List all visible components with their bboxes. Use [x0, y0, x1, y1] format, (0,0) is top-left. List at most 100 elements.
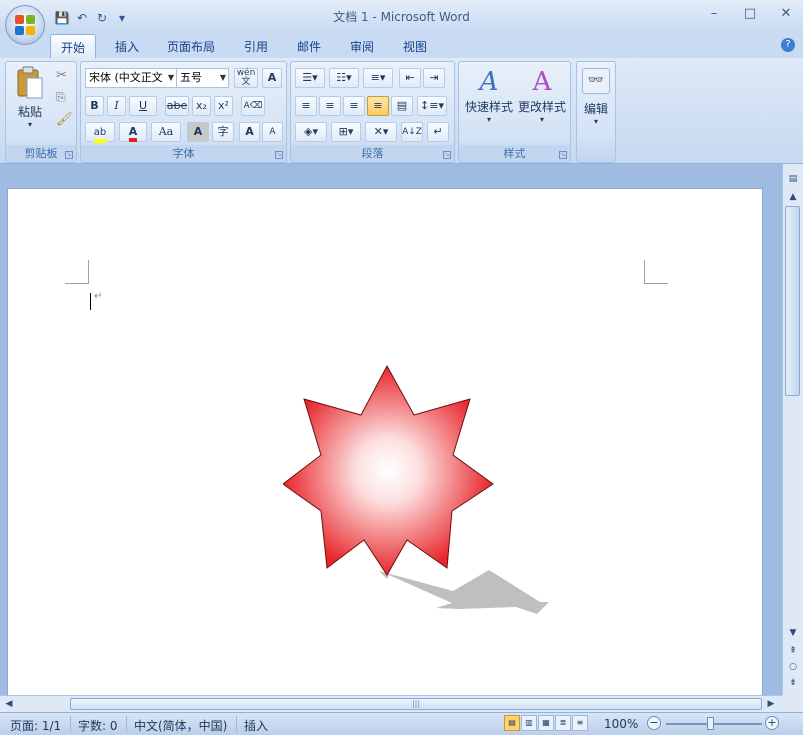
vertical-scrollbar[interactable]: ▤ ▲ ▼ ⇞ ○ ⇟	[782, 164, 803, 695]
align-right-button[interactable]: ≡	[343, 96, 365, 116]
quick-styles-label: 快速样式	[464, 100, 513, 114]
tab-review[interactable]: 审阅	[340, 34, 384, 58]
tab-insert[interactable]: 插入	[105, 34, 149, 58]
scroll-right-icon[interactable]: ▶	[764, 697, 778, 711]
numbering-button[interactable]: ☷▾	[329, 68, 359, 88]
horizontal-scrollbar[interactable]: ◀ ||| ▶	[0, 695, 782, 712]
scroll-corner	[782, 695, 803, 712]
ruler-toggle-icon[interactable]: ▤	[786, 172, 800, 186]
styles-group-label: 样式	[459, 145, 570, 161]
tab-mailings[interactable]: 邮件	[287, 34, 331, 58]
strikethrough-button[interactable]: abe	[165, 96, 189, 116]
font-size-select[interactable]: 五号 ▼	[176, 68, 229, 88]
enclose-chars-button[interactable]: 字	[212, 122, 234, 142]
minimize-button[interactable]: –	[705, 6, 723, 21]
document-page[interactable]: ↵	[7, 188, 763, 695]
help-icon[interactable]: ?	[781, 38, 795, 52]
styles-launcher-icon[interactable]: ↘	[559, 151, 567, 159]
previous-page-icon[interactable]: ⇞	[786, 644, 800, 658]
insert-mode[interactable]: 插入	[244, 717, 268, 734]
bullets-button[interactable]: ☰▾	[295, 68, 325, 88]
maximize-button[interactable]: □	[741, 6, 759, 21]
underline-button[interactable]: U	[129, 96, 157, 116]
distributed-button[interactable]: ▤	[391, 96, 413, 116]
tab-home[interactable]: 开始	[50, 34, 97, 58]
shading-button[interactable]: ◈▾	[295, 122, 327, 142]
justify-button[interactable]: ≡	[367, 96, 389, 116]
copy-icon[interactable]: ⎘	[56, 90, 66, 105]
borders-button[interactable]: ⊞▾	[331, 122, 361, 142]
decrease-indent-button[interactable]: ⇤	[399, 68, 421, 88]
scroll-left-icon[interactable]: ◀	[2, 697, 16, 711]
line-spacing-button[interactable]: ↕≡▾	[417, 96, 447, 116]
horizontal-scroll-thumb[interactable]: |||	[70, 698, 762, 710]
change-styles-label: 更改样式	[517, 100, 566, 114]
quick-styles-dropdown-icon: ▾	[486, 115, 491, 124]
align-left-button[interactable]: ≡	[295, 96, 317, 116]
highlight-button[interactable]: ab	[85, 122, 115, 143]
status-divider	[126, 716, 127, 732]
next-page-icon[interactable]: ⇟	[786, 676, 800, 690]
phonetic-guide-button[interactable]: wén 文	[234, 68, 258, 88]
draft-view-icon[interactable]: ≡	[572, 715, 588, 731]
paragraph-launcher-icon[interactable]: ↘	[443, 151, 451, 159]
office-button[interactable]	[5, 5, 45, 45]
vertical-scroll-thumb[interactable]	[785, 206, 800, 396]
paragraph-group: ☰▾ ☷▾ ≡▾ ⇤ ⇥ ≡ ≡ ≡ ≡ ▤ ↕≡▾ ◈▾ ⊞▾ ✕▾ A↓Z …	[290, 61, 455, 163]
web-layout-view-icon[interactable]: ▦	[538, 715, 554, 731]
quick-styles-button[interactable]: A 快速样式 ▾	[463, 66, 515, 140]
char-shading-button[interactable]: A	[187, 122, 209, 142]
print-layout-view-icon[interactable]: ▤	[504, 715, 520, 731]
tab-page-layout[interactable]: 页面布局	[157, 34, 225, 58]
format-painter-icon[interactable]: 🖌	[56, 112, 73, 127]
crop-mark-left	[65, 260, 89, 284]
font-color-icon: A	[128, 126, 138, 142]
char-border-button[interactable]: A	[262, 68, 282, 88]
outline-view-icon[interactable]: ≣	[555, 715, 571, 731]
tab-references[interactable]: 引用	[234, 34, 278, 58]
sort-button[interactable]: A↓Z	[401, 122, 423, 142]
bold-button[interactable]: B	[85, 96, 104, 116]
tab-view[interactable]: 视图	[393, 34, 437, 58]
superscript-button[interactable]: x²	[214, 96, 233, 116]
page-count[interactable]: 页面: 1/1	[10, 717, 61, 734]
italic-button[interactable]: I	[107, 96, 126, 116]
font-launcher-icon[interactable]: ↘	[275, 151, 283, 159]
zoom-level[interactable]: 100%	[604, 717, 638, 731]
scroll-up-icon[interactable]: ▲	[786, 190, 800, 204]
paste-button[interactable]: 粘贴 ▾	[12, 66, 48, 140]
window-title: 文档 1 - Microsoft Word	[333, 10, 470, 24]
multilevel-list-button[interactable]: ≡▾	[363, 68, 393, 88]
paste-label: 粘贴	[17, 105, 42, 119]
paste-dropdown-icon[interactable]: ▾	[12, 120, 48, 129]
align-center-button[interactable]: ≡	[319, 96, 341, 116]
font-color-button[interactable]: A	[119, 122, 147, 142]
scroll-down-icon[interactable]: ▼	[786, 626, 800, 640]
font-name-select[interactable]: 宋体 (中文正文 ▼	[85, 68, 177, 88]
zoom-slider-thumb[interactable]	[707, 717, 714, 730]
editing-group: 👓 编辑 ▾	[576, 61, 616, 163]
zoom-out-icon[interactable]: −	[647, 716, 661, 730]
zoom-in-icon[interactable]: +	[765, 716, 779, 730]
shrink-font-button[interactable]: A	[262, 122, 283, 142]
cut-icon[interactable]: ✂	[56, 68, 67, 83]
word-count[interactable]: 字数: 0	[78, 717, 118, 734]
close-button[interactable]: ✕	[777, 6, 795, 21]
grow-font-button[interactable]: A	[239, 122, 260, 142]
increase-indent-button[interactable]: ⇥	[423, 68, 445, 88]
zoom-slider[interactable]	[666, 723, 762, 725]
editing-button[interactable]: 👓 编辑 ▾	[579, 66, 613, 156]
show-marks-button[interactable]: ↵	[427, 122, 449, 142]
office-logo-icon	[15, 15, 36, 36]
language-indicator[interactable]: 中文(简体，中国)	[134, 717, 227, 734]
clear-formatting-button[interactable]: A⌫	[241, 96, 265, 116]
subscript-button[interactable]: x₂	[192, 96, 211, 116]
star-shape[interactable]	[283, 359, 563, 624]
browse-object-icon[interactable]: ○	[786, 660, 800, 674]
clipboard-launcher-icon[interactable]: ↘	[65, 151, 73, 159]
full-screen-reading-view-icon[interactable]: ▥	[521, 715, 537, 731]
change-case-button[interactable]: Aa	[151, 122, 181, 142]
chinese-layout-button[interactable]: ✕▾	[365, 122, 397, 142]
styles-group: A 快速样式 ▾ A 更改样式 ▾ 样式 ↘	[458, 61, 571, 163]
change-styles-button[interactable]: A 更改样式 ▾	[515, 66, 569, 140]
